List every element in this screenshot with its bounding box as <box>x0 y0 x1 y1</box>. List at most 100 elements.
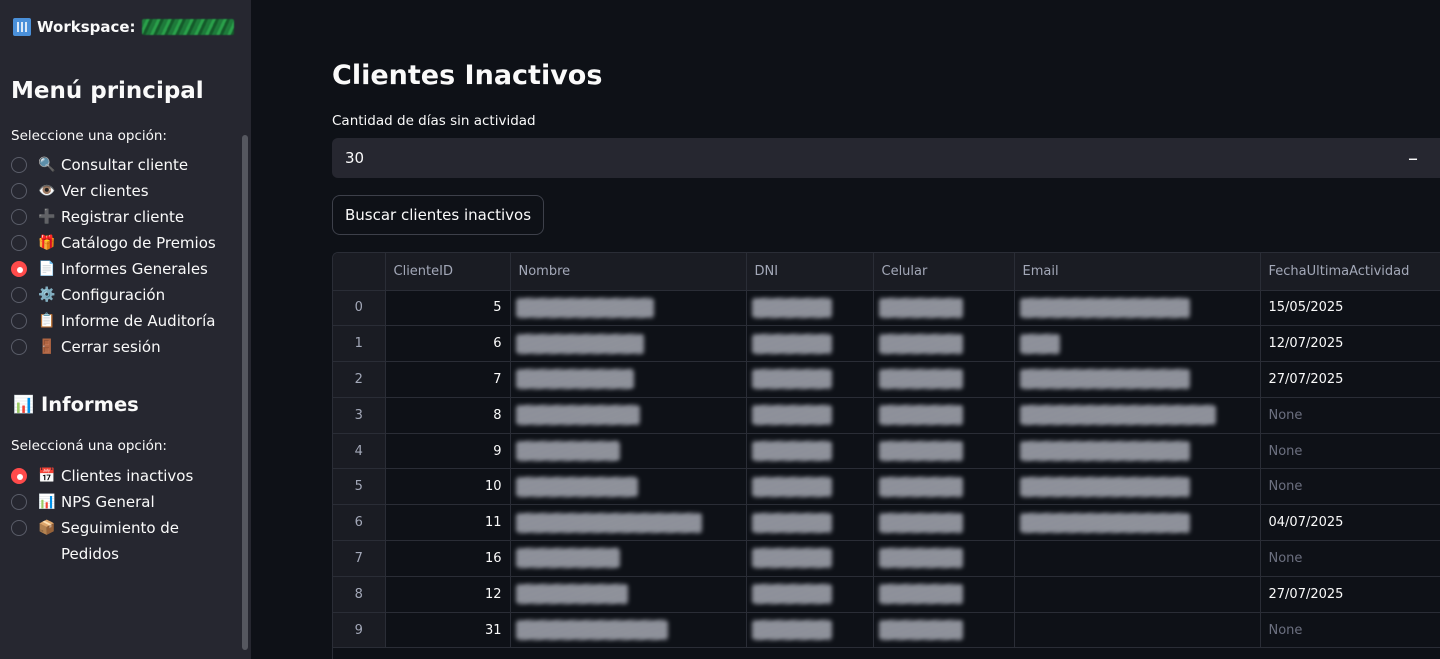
radio-button[interactable] <box>11 494 27 510</box>
cell-dni <box>746 468 874 506</box>
table-row[interactable]: 5 10 None <box>333 468 1440 506</box>
table-row[interactable]: 3 8 None <box>333 397 1440 434</box>
main-menu-radio-group: 🔍 Consultar cliente 👁️ Ver clientes ➕ Registr… <box>11 152 216 360</box>
radio-option-cat-logo-de-premios[interactable]: 🎁 Catálogo de Premios <box>11 230 216 256</box>
sidebar: Workspace: Menú principal Seleccione una… <box>0 0 251 659</box>
radio-button[interactable] <box>11 520 27 536</box>
radio-option-ver-clientes[interactable]: 👁️ Ver clientes <box>11 178 216 204</box>
cell-fecha: None <box>1260 433 1440 470</box>
bar-chart-icon: 📊 <box>38 494 56 510</box>
column-header[interactable]: Celular <box>873 253 1015 291</box>
radio-option-cerrar-sesi-n[interactable]: 🚪 Cerrar sesión <box>11 334 216 360</box>
table-row[interactable]: 8 12 27/07/2025 <box>333 576 1440 613</box>
redacted-value <box>878 369 963 390</box>
radio-option-configuraci-n[interactable]: ⚙️ Configuración <box>11 282 216 308</box>
cell-dni <box>746 397 874 434</box>
redacted-value <box>515 441 620 462</box>
cell-nombre <box>510 290 747 327</box>
radio-option-seguimiento-de-pedidos[interactable]: 📦 Seguimiento de Pedidos <box>11 515 211 567</box>
cell-fecha: 12/07/2025 <box>1260 325 1440 363</box>
radio-button[interactable] <box>11 235 27 251</box>
package-icon: 📦 <box>38 520 56 536</box>
cell-fecha: None <box>1260 612 1440 649</box>
redacted-value <box>751 584 832 605</box>
radio-label: Configuración <box>61 286 166 304</box>
cell-fecha: 04/07/2025 <box>1260 504 1440 542</box>
building-icon <box>13 18 31 36</box>
radio-option-informes-generales[interactable]: 📄 Informes Generales <box>11 256 216 282</box>
column-header[interactable]: Nombre <box>510 253 747 291</box>
page-title: Clientes Inactivos <box>332 60 603 91</box>
sidebar-scrollbar[interactable] <box>242 135 248 650</box>
row-index: 1 <box>333 325 386 363</box>
redacted-value <box>1019 476 1190 497</box>
redacted-value <box>515 620 668 641</box>
cell-fecha: None <box>1260 540 1440 577</box>
radio-option-consultar-cliente[interactable]: 🔍 Consultar cliente <box>11 152 216 178</box>
reports-title-text: Informes <box>41 393 139 416</box>
search-inactive-button[interactable]: Buscar clientes inactivos <box>332 195 545 235</box>
radio-option-nps-general[interactable]: 📊 NPS General <box>11 489 211 515</box>
radio-button[interactable] <box>11 157 27 173</box>
cell-celular <box>873 433 1015 470</box>
redacted-value <box>1019 333 1060 354</box>
table-body: 0 5 15/05/2025 1 6 12/07/2025 2 7 27/07/2025 3 8 No… <box>333 290 1440 649</box>
column-header[interactable]: FechaUltimaActividad <box>1260 253 1440 291</box>
radio-button[interactable] <box>11 183 27 199</box>
days-input[interactable] <box>332 138 1372 178</box>
column-header[interactable]: DNI <box>746 253 874 291</box>
table-row[interactable]: 0 5 15/05/2025 <box>333 290 1440 327</box>
radio-button[interactable] <box>11 468 27 484</box>
redacted-value <box>515 512 702 533</box>
cell-nombre <box>510 397 747 434</box>
days-number-input: – <box>332 138 1440 178</box>
cell-nombre <box>510 612 747 649</box>
decrement-button[interactable]: – <box>1408 146 1418 170</box>
cell-email <box>1014 325 1261 363</box>
table-row[interactable]: 7 16 None <box>333 540 1440 577</box>
radio-label: Consultar cliente <box>61 156 189 174</box>
table-row[interactable]: 9 31 None <box>333 612 1440 649</box>
table-row[interactable]: 1 6 12/07/2025 <box>333 325 1440 363</box>
cell-clienteid: 8 <box>385 397 511 434</box>
column-header[interactable] <box>333 253 386 291</box>
cell-email <box>1014 290 1261 327</box>
radio-option-informe-de-auditor-a[interactable]: 📋 Informe de Auditoría <box>11 308 216 334</box>
cell-celular <box>873 504 1015 542</box>
door-icon: 🚪 <box>38 339 56 355</box>
table-row[interactable]: 2 7 27/07/2025 <box>333 361 1440 398</box>
cell-nombre <box>510 576 747 613</box>
radio-button[interactable] <box>11 261 27 277</box>
radio-button[interactable] <box>11 313 27 329</box>
redacted-value <box>878 441 963 462</box>
radio-button[interactable] <box>11 339 27 355</box>
radio-label: Informe de Auditoría <box>61 312 216 330</box>
radio-option-registrar-cliente[interactable]: ➕ Registrar cliente <box>11 204 216 230</box>
radio-label: Clientes inactivos <box>61 467 194 485</box>
workspace-label: Workspace: <box>37 18 136 36</box>
table-row[interactable]: 6 11 04/07/2025 <box>333 504 1440 542</box>
radio-button[interactable] <box>11 287 27 303</box>
plus-icon: ➕ <box>38 209 56 225</box>
radio-label: Informes Generales <box>61 260 208 278</box>
radio-label: Cerrar sesión <box>61 338 161 356</box>
radio-button[interactable] <box>11 209 27 225</box>
clipboard-icon: 📋 <box>38 313 56 329</box>
redacted-value <box>878 512 963 533</box>
redacted-value <box>751 548 832 569</box>
cell-celular <box>873 612 1015 649</box>
column-header[interactable]: ClienteID <box>385 253 511 291</box>
inactive-clients-table[interactable]: ClienteID Nombre DNI Celular Email FechaUltim… <box>332 252 1440 659</box>
cell-email <box>1014 397 1261 434</box>
radio-label: Ver clientes <box>61 182 149 200</box>
redacted-value <box>1019 405 1216 426</box>
table-row[interactable]: 4 9 None <box>333 433 1440 470</box>
redacted-value <box>878 548 963 569</box>
radio-label: NPS General <box>61 493 155 511</box>
redacted-value <box>515 476 638 497</box>
reports-radio-group: 📅 Clientes inactivos 📊 NPS General 📦 Seguimie… <box>11 463 211 567</box>
radio-option-clientes-inactivos[interactable]: 📅 Clientes inactivos <box>11 463 211 489</box>
reports-prompt: Seleccioná una opción: <box>11 438 167 454</box>
column-header[interactable]: Email <box>1014 253 1261 291</box>
redacted-value <box>515 584 628 605</box>
